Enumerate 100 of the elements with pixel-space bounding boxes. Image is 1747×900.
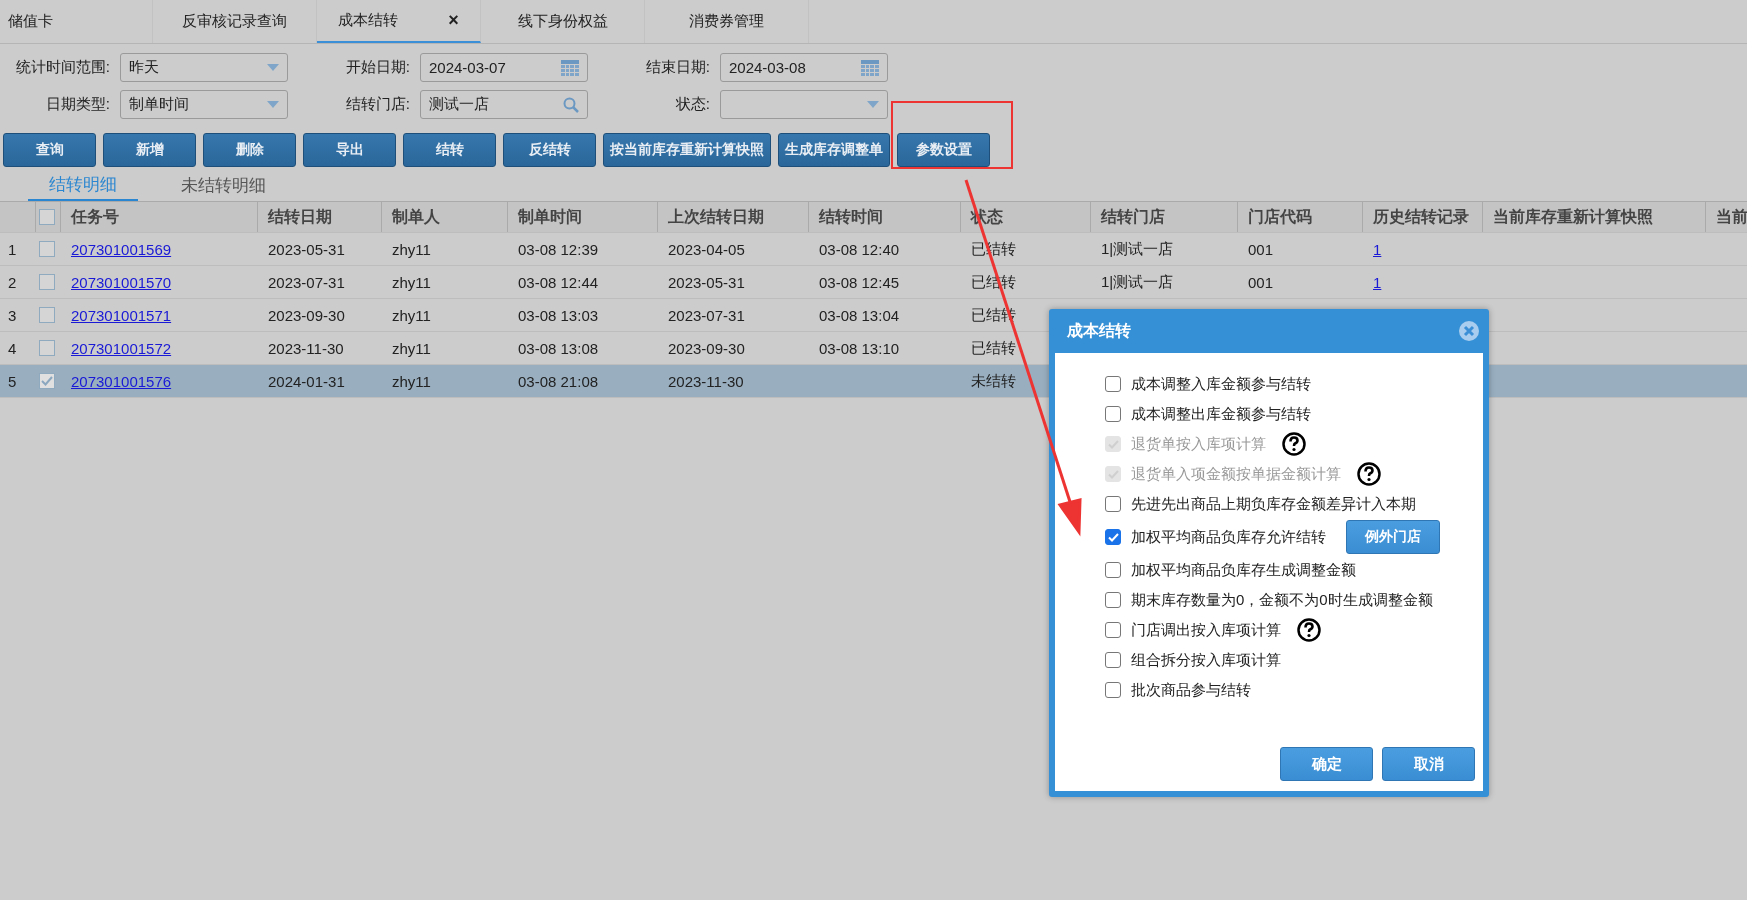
date-field[interactable]: 2024-03-08 (720, 53, 888, 82)
row-checkbox[interactable] (39, 340, 55, 356)
table-link[interactable]: 207301001570 (71, 273, 172, 291)
table-link[interactable]: 1 (1373, 240, 1382, 258)
table-cell: 2023-09-30 (668, 339, 745, 357)
table-link[interactable]: 1 (1373, 273, 1382, 291)
table-cell: 2023-07-31 (668, 306, 745, 324)
table-link[interactable]: 207301001572 (71, 339, 172, 357)
column-header: 结转门店 (1101, 206, 1165, 227)
row-number: 1 (8, 240, 17, 258)
table-cell: 2023-05-31 (268, 240, 345, 258)
option-checkbox[interactable] (1105, 622, 1121, 638)
table-cell: 2023-05-31 (668, 273, 745, 291)
select-field[interactable]: 昨天 (120, 53, 288, 82)
table-cell: 03-08 13:10 (819, 339, 900, 357)
table-cell: 03-08 13:08 (518, 339, 599, 357)
option-checkbox[interactable] (1105, 496, 1121, 512)
table-link[interactable]: 207301001571 (71, 306, 172, 324)
option-label: 门店调出按入库项计算 (1131, 620, 1281, 640)
row-checkbox[interactable] (39, 274, 55, 290)
calendar-icon (561, 59, 579, 76)
page-tab[interactable]: 消费券管理 (645, 0, 809, 43)
option-checkbox[interactable] (1105, 529, 1121, 545)
field-label: 开始日期: (344, 58, 411, 77)
toolbar-button[interactable]: 查询 (3, 133, 96, 167)
date-field[interactable]: 2024-03-07 (420, 53, 588, 82)
search-icon (563, 96, 579, 113)
column-header: 制单时间 (518, 206, 582, 227)
dropdown-arrow-icon (867, 101, 879, 108)
toolbar-button[interactable]: 删除 (203, 133, 296, 167)
toolbar-button[interactable]: 结转 (403, 133, 496, 167)
column-header: 门店代码 (1248, 206, 1312, 227)
dialog-title: 成本结转 (1067, 320, 1131, 341)
option-checkbox[interactable] (1105, 682, 1121, 698)
table-cell: 03-08 13:03 (518, 306, 599, 324)
toolbar-button[interactable]: 生成库存调整单 (778, 133, 890, 167)
option-checkbox[interactable] (1105, 652, 1121, 668)
row-checkbox[interactable] (39, 373, 55, 389)
toolbar-button[interactable]: 按当前库存重新计算快照 (603, 133, 771, 167)
table-cell: 1|测试一店 (1101, 272, 1174, 292)
table-cell: 03-08 12:45 (819, 273, 900, 291)
select-field[interactable]: 制单时间 (120, 90, 288, 119)
row-checkbox[interactable] (39, 307, 55, 323)
page-tab[interactable]: 线下身份权益 (481, 0, 645, 43)
option-label: 加权平均商品负库存允许结转 (1131, 527, 1326, 547)
column-header: 制单人 (392, 206, 440, 227)
field-label: 日期类型: (44, 95, 111, 114)
dropdown-arrow-icon (267, 64, 279, 71)
page-tab[interactable]: 储值卡 (0, 0, 153, 43)
option-label: 加权平均商品负库存生成调整金额 (1131, 560, 1356, 580)
toolbar-button[interactable]: 新增 (103, 133, 196, 167)
table-cell: 001 (1248, 273, 1274, 291)
table-cell: 2023-09-30 (268, 306, 345, 324)
tab-label: 消费券管理 (689, 12, 764, 31)
help-icon[interactable] (1297, 618, 1321, 642)
column-header: 结转日期 (268, 206, 332, 227)
option-checkbox[interactable] (1105, 406, 1121, 422)
page-tab[interactable]: 反审核记录查询 (153, 0, 317, 43)
exception-store-button[interactable]: 例外门店 (1346, 520, 1440, 554)
tab-label: 反审核记录查询 (182, 12, 287, 31)
select-field[interactable] (720, 90, 888, 119)
table-cell: 03-08 12:44 (518, 273, 599, 291)
option-label: 退货单按入库项计算 (1131, 434, 1266, 454)
table-link[interactable]: 207301001569 (71, 240, 172, 258)
table-cell: zhy11 (392, 372, 431, 390)
table-link[interactable]: 207301001576 (71, 372, 172, 390)
column-header: 上次结转日期 (668, 206, 764, 227)
table-cell: 2023-07-31 (268, 273, 345, 291)
dropdown-arrow-icon (267, 101, 279, 108)
table-cell: 001 (1248, 240, 1274, 258)
search-field[interactable]: 测试一店 (420, 90, 588, 119)
table-cell: 2024-01-31 (268, 372, 345, 390)
toolbar-button[interactable]: 导出 (303, 133, 396, 167)
option-checkbox[interactable] (1105, 562, 1121, 578)
option-checkbox[interactable] (1105, 376, 1121, 392)
field-label: 状态: (674, 95, 711, 114)
tab-label: 线下身份权益 (517, 12, 608, 31)
dialog-button[interactable]: 取消 (1382, 747, 1475, 781)
toolbar-button[interactable]: 反结转 (503, 133, 596, 167)
column-header: 任务号 (71, 206, 119, 227)
option-checkbox[interactable] (1105, 592, 1121, 608)
table-cell: 2023-11-30 (268, 339, 344, 357)
table-cell: 03-08 13:04 (819, 306, 900, 324)
close-icon[interactable]: × (448, 10, 459, 31)
table-cell: 已结转 (971, 338, 1016, 358)
field-label: 结束日期: (644, 58, 711, 77)
table-cell: 未结转 (971, 371, 1016, 391)
option-label: 期末库存数量为0，金额不为0时生成调整金额 (1131, 590, 1433, 610)
field-label: 统计时间范围: (14, 58, 111, 77)
dialog-button[interactable]: 确定 (1280, 747, 1373, 781)
row-number: 2 (8, 273, 17, 291)
page-tab[interactable]: 成本结转 × (317, 0, 481, 43)
table-cell: 03-08 21:08 (518, 372, 599, 390)
sub-tab[interactable]: 未结转明细 (168, 169, 278, 201)
table-cell: 03-08 12:40 (819, 240, 900, 258)
row-checkbox[interactable] (39, 241, 55, 257)
option-label: 成本调整出库金额参与结转 (1131, 404, 1311, 424)
toolbar-button[interactable]: 参数设置 (897, 133, 990, 167)
select-all-checkbox[interactable] (39, 209, 55, 225)
table-cell: 2023-11-30 (668, 372, 744, 390)
